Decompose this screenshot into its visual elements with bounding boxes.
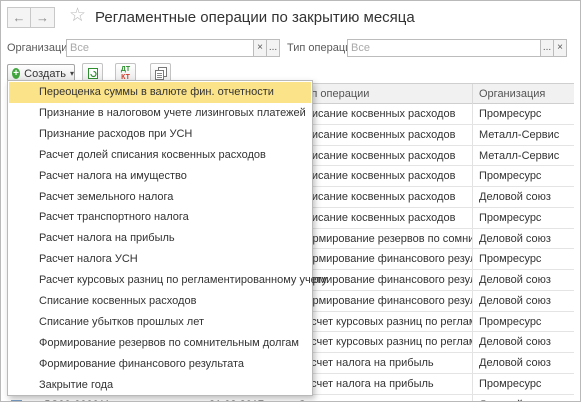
cell-operation: Списание косвенных расходов	[298, 149, 456, 162]
menu-item[interactable]: Расчет налога УСН	[9, 249, 311, 270]
cell-operation: Списание косвенных расходов	[298, 170, 456, 183]
cell-organization: Металл-Сервис	[472, 124, 574, 145]
main-window: ← → ☆ Регламентные операции по закрытию …	[0, 0, 581, 402]
operation-type-field[interactable]: Все	[347, 39, 541, 57]
cell-organization: Деловой союз	[472, 290, 574, 311]
plus-icon: +	[12, 68, 21, 79]
menu-item[interactable]: Признание расходов при УСН	[9, 124, 311, 145]
menu-item[interactable]: Формирование финансового результата	[9, 354, 311, 375]
organization-select-button[interactable]: ...	[266, 39, 280, 57]
menu-item[interactable]: Формирование резервов по сомнительным до…	[9, 333, 311, 354]
cell-operation: Списание косвенных расходов	[298, 108, 456, 120]
nav-buttons: ← →	[7, 7, 55, 28]
menu-item[interactable]: Расчет долей списания косвенных расходов	[9, 145, 311, 166]
favorite-star-icon[interactable]: ☆	[69, 5, 86, 27]
chevron-down-icon: ▾	[69, 69, 74, 78]
cell-operation: Списание косвенных расходов	[292, 395, 472, 402]
cell-operation: Расчет налога на прибыль	[298, 377, 434, 390]
cell-operation: Формирование финансового резуль...	[298, 294, 472, 307]
menu-item[interactable]: Закрытие года	[9, 375, 311, 396]
cell-organization: Промресурс	[472, 104, 574, 124]
cell-organization: Промресурс	[472, 311, 574, 332]
cell-organization: Металл-Сервис	[472, 145, 574, 166]
cell-operation: Списание косвенных расходов	[298, 191, 456, 203]
menu-item[interactable]: Расчет налога на имущество	[9, 166, 311, 187]
column-header-organization[interactable]: Организация	[472, 84, 574, 104]
cell-organization: Промресурс	[472, 207, 574, 228]
organization-clear-button[interactable]: ×	[253, 39, 267, 57]
cell-organization: Промресурс	[472, 249, 574, 270]
page-title: Регламентные операции по закрытию месяца	[95, 9, 415, 26]
menu-item[interactable]: Переоценка суммы в валюте фин. отчетност…	[9, 82, 311, 103]
cell-organization: Деловой союз	[472, 353, 574, 373]
cell-organization: Деловой союз	[472, 332, 574, 353]
cell-operation: Формирование финансового резуль...	[298, 253, 472, 266]
create-dropdown-menu: Переоценка суммы в валюте фин. отчетност…	[7, 80, 327, 396]
create-button-label: Создать	[24, 67, 66, 80]
cell-organization: Промресурс	[472, 373, 574, 394]
menu-item[interactable]: Расчет земельного налога	[9, 187, 311, 208]
menu-item[interactable]: Расчет налога на прибыль	[9, 228, 311, 249]
operation-type-clear-button[interactable]: ×	[553, 39, 567, 57]
cell-operation: Списание косвенных расходов	[298, 211, 456, 224]
cell-operation: Расчет курсовых разниц по реглам...	[298, 336, 472, 349]
cell-organization: Деловой союз	[472, 394, 574, 401]
cell-organization: Деловой союз	[472, 228, 574, 249]
cell-operation: Расчет налога на прибыль	[298, 357, 434, 369]
column-header-operation[interactable]: Тип операции	[292, 84, 472, 104]
operation-type-select-button[interactable]: ...	[540, 39, 554, 57]
menu-item[interactable]: Списание косвенных расходов	[9, 291, 311, 312]
cell-organization: Деловой союз	[472, 270, 574, 290]
cell-operation: Расчет курсовых разниц по реглам...	[298, 315, 472, 328]
forward-button[interactable]: →	[31, 7, 55, 28]
organization-field[interactable]: Все	[66, 39, 254, 57]
cell-operation: Списание косвенных расходов	[298, 128, 456, 141]
back-button[interactable]: ←	[7, 7, 31, 28]
menu-item[interactable]: Расчет транспортного налога	[9, 207, 311, 228]
menu-item[interactable]: Расчет курсовых разниц по регламентирова…	[9, 270, 327, 291]
cell-organization: Деловой союз	[472, 187, 574, 207]
cell-organization: Промресурс	[472, 166, 574, 187]
menu-item[interactable]: Признание в налоговом учете лизинговых п…	[9, 103, 311, 124]
cell-operation: Формирование резервов по сомнит...	[298, 232, 472, 245]
menu-item[interactable]: Списание убытков прошлых лет	[9, 312, 311, 333]
dt-label: ДТ	[120, 66, 131, 73]
